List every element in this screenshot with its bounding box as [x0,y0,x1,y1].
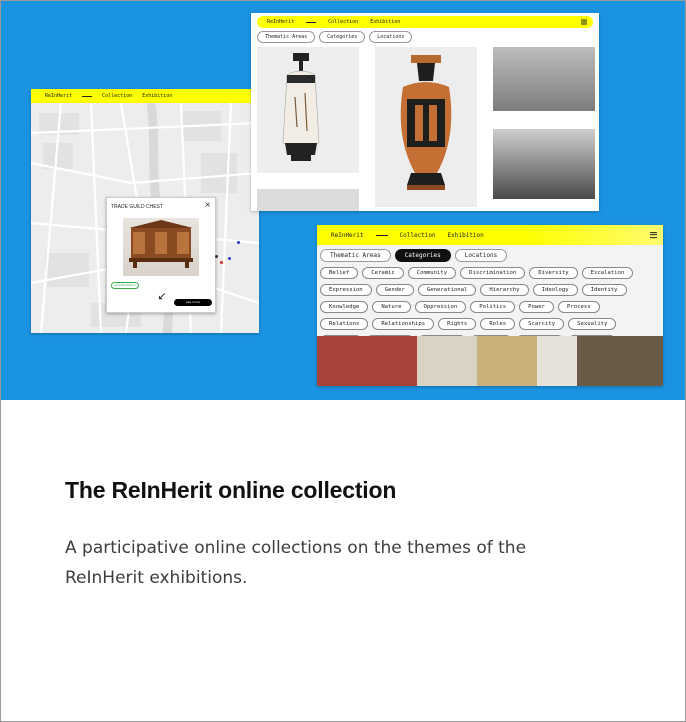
nav-divider [375,234,388,236]
category-tag[interactable]: Roles [480,318,516,330]
filter-locations[interactable]: Locations [369,31,413,43]
popup-badge: Art+Education [111,282,139,289]
category-tag[interactable]: Community [407,267,457,279]
amphora-image[interactable] [375,47,477,207]
map-pin-blue[interactable] [228,257,231,260]
thumbnail-image[interactable] [257,189,359,211]
chest-image[interactable] [123,218,199,276]
popup-title: TRADE GUILD CHEST [111,204,163,210]
collection-card[interactable]: ReInHerit Collection Exhibition TRADE GU… [0,0,686,722]
categories-tabs: Thematic Areas Categories Locations [320,249,508,262]
see-more-button[interactable]: see more [174,299,212,306]
category-tag-row: Knowledge Nature Oppression Politics Power Pr… [320,301,660,313]
categories-nav-link-collection[interactable]: Collection [400,232,436,239]
category-tag[interactable]: Nature [372,301,411,313]
category-tag[interactable]: Expression [320,284,372,296]
map-pin-dark[interactable] [215,255,218,258]
tab-categories[interactable]: Categories [394,249,451,262]
map-pin-red[interactable] [220,261,223,264]
blurred-thumbnails [317,336,663,386]
archive-photo-students[interactable] [493,129,595,199]
gallery-nav-link-collection[interactable]: Collection [328,19,358,25]
map-nav-link-collection[interactable]: Collection [102,93,132,99]
gallery-nav-bar: ReInHerit Collection Exhibition [257,16,593,28]
category-tag-row: Expression Gender Generational Hierarchy Ide… [320,284,660,296]
category-tag[interactable]: Ceramic [362,267,404,279]
category-tag[interactable]: Diversity [529,267,578,279]
gallery-filter-bar: Thematic Areas Categories Locations [257,31,413,43]
categories-nav-link-exhibition[interactable]: Exhibition [448,232,484,239]
hamburger-menu-icon[interactable] [581,19,587,26]
category-tag[interactable]: Gender [375,284,414,296]
close-icon[interactable]: × [204,200,211,209]
category-tag[interactable]: Hierarchy [480,284,529,296]
tab-locations[interactable]: Locations [454,249,508,262]
map-nav-brand: ReInHerit [45,93,73,99]
categories-nav-bar: ReInHerit Collection Exhibition [317,225,663,245]
category-tag[interactable]: Politics [470,301,516,313]
category-tag[interactable]: Oppression [414,301,467,313]
category-tag-row: Belief Ceramic Community Discrimination Dive… [320,267,660,279]
category-tag[interactable]: Identity [581,284,627,296]
category-tag[interactable]: Scarcity [519,318,565,330]
nav-divider [82,95,93,97]
category-tag[interactable]: Ideology [532,284,578,296]
map-pin-blue[interactable] [237,241,240,244]
category-tag[interactable]: Generational [417,284,477,296]
tab-thematic-areas[interactable]: Thematic Areas [320,249,391,262]
hero-image: ReInHerit Collection Exhibition TRADE GU… [1,1,685,400]
categories-view-screenshot: ReInHerit Collection Exhibition Thematic… [317,225,663,386]
category-tag[interactable]: Sexuality [568,318,617,330]
card-title: The ReInHerit online collection [65,477,397,503]
gallery-view-screenshot: ReInHerit Collection Exhibition Thematic… [251,13,599,211]
category-tag[interactable]: Belief [320,267,359,279]
map-nav-bar: ReInHerit Collection Exhibition [31,89,259,103]
filter-categories[interactable]: Categories [319,31,366,43]
category-tag[interactable]: Knowledge [320,301,369,313]
arrow-down-right-icon: ↓ [153,288,170,305]
nav-divider [306,21,317,23]
category-tag[interactable]: Relationships [372,318,435,330]
card-description: A participative online collections on th… [65,538,527,588]
map-view-screenshot: ReInHerit Collection Exhibition TRADE GU… [31,89,259,333]
category-tag[interactable]: Escalation [581,267,634,279]
gallery-nav-brand: ReInHerit [267,19,295,25]
category-tag[interactable]: Rights [438,318,477,330]
hamburger-menu-icon[interactable] [650,231,657,239]
category-tag[interactable]: Power [519,301,555,313]
category-tag-row: Relations Relationships Rights Roles Scarcit… [320,318,660,330]
archive-photo-group[interactable] [493,47,595,111]
categories-nav-brand: ReInHerit [331,231,364,239]
map-nav-link-exhibition[interactable]: Exhibition [142,93,172,99]
category-tag[interactable]: Discrimination [460,267,526,279]
gallery-nav-link-exhibition[interactable]: Exhibition [370,19,400,25]
category-tag[interactable]: Relations [320,318,369,330]
lekythos-image[interactable] [257,47,359,173]
category-tag[interactable]: Process [558,301,600,313]
map-popup[interactable]: TRADE GUILD CHEST × Art+Education ↓ see … [106,197,216,313]
filter-thematic-areas[interactable]: Thematic Areas [257,31,316,43]
